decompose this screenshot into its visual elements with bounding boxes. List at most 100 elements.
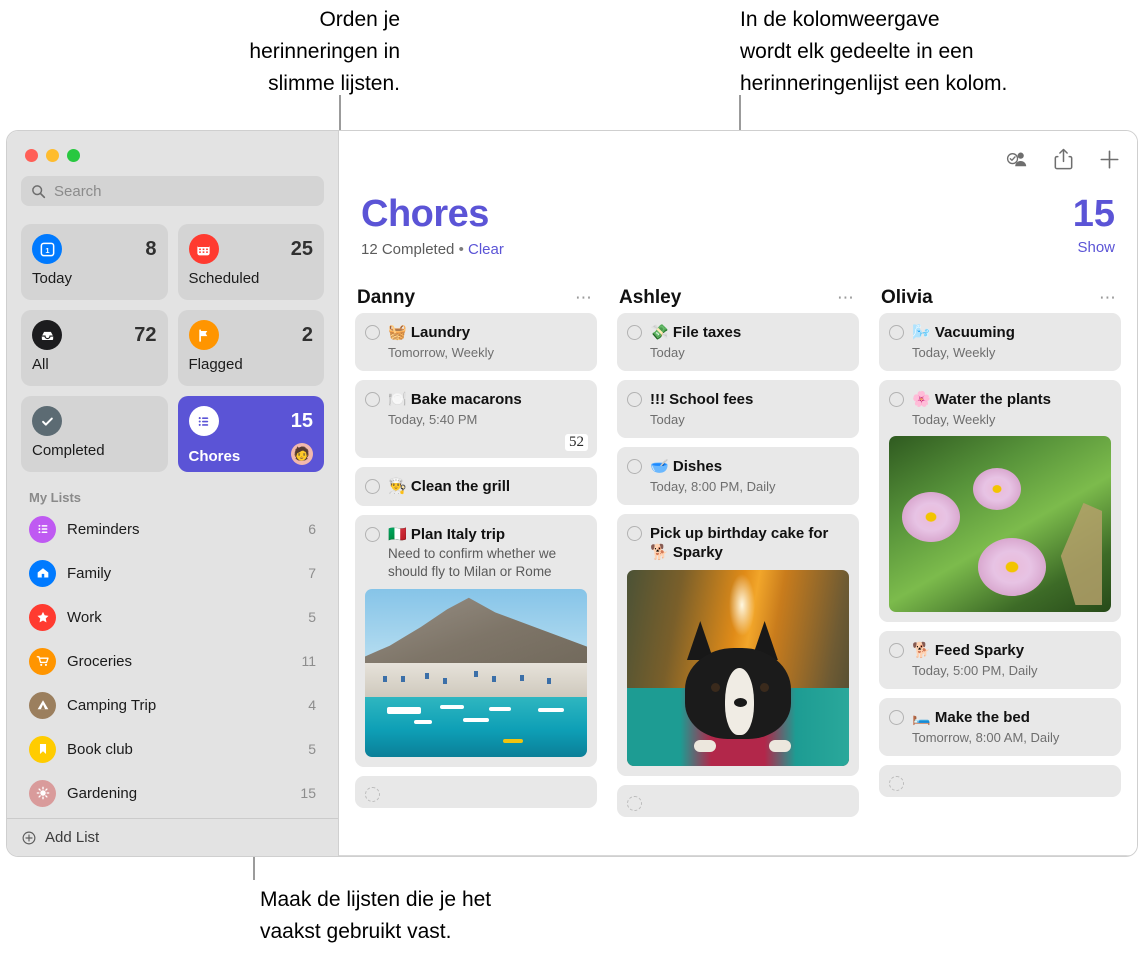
reminder-card[interactable]: !!! School fees Today bbox=[617, 380, 859, 438]
reminder-checkbox[interactable] bbox=[365, 479, 380, 494]
sidebar-item-label: Family bbox=[67, 564, 112, 582]
search-placeholder: Search bbox=[54, 182, 102, 200]
column-header: Danny ⋯ bbox=[355, 283, 597, 313]
reminder-title-text: Laundry bbox=[410, 324, 471, 341]
smart-list-all[interactable]: 72 All bbox=[21, 310, 168, 386]
callout-pin-lists-text: Maak de lijsten die je het vaakst gebrui… bbox=[260, 888, 492, 943]
reminder-card[interactable]: Pick up birthday cake for 🐕 Sparky bbox=[617, 514, 859, 776]
reminder-card[interactable]: 🍽️ Bake macarons Today, 5:40 PM 52 bbox=[355, 380, 597, 458]
sidebar-item-camping-trip[interactable]: Camping Trip 4 bbox=[21, 683, 324, 727]
share-people-icon[interactable] bbox=[1005, 147, 1029, 171]
sidebar-item-book-club[interactable]: Book club 5 bbox=[21, 727, 324, 771]
reminder-subtitle: Tomorrow, 8:00 AM, Daily bbox=[912, 730, 1060, 745]
reminder-subtitle: Today, Weekly bbox=[912, 345, 996, 360]
reminder-checkbox[interactable] bbox=[627, 526, 642, 541]
bottom-divider bbox=[339, 855, 1137, 856]
reminder-title-text: Water the plants bbox=[934, 391, 1051, 408]
add-icon[interactable] bbox=[1097, 147, 1121, 171]
reminder-title: 🐕 Feed Sparky bbox=[912, 641, 1024, 660]
reminder-checkbox[interactable] bbox=[627, 392, 642, 407]
close-window-button[interactable] bbox=[25, 149, 38, 162]
reminder-title-text: !!! School fees bbox=[650, 391, 754, 408]
reminder-subtitle: Today, 5:40 PM bbox=[388, 412, 478, 427]
column-olivia: Olivia ⋯ 🌬️ Vacuuming Today, Weekly 🌸 Wa… bbox=[869, 283, 1131, 856]
smart-list-chores[interactable]: 15 Chores 🧑 bbox=[177, 396, 324, 472]
column-danny: Danny ⋯ 🧺 Laundry Tomorrow, Weekly 🍽️ Ba… bbox=[345, 283, 607, 856]
smart-list-count: 8 bbox=[145, 237, 157, 260]
reminder-card[interactable]: 🌸 Water the plants Today, Weekly bbox=[879, 380, 1121, 622]
share-icon[interactable] bbox=[1051, 147, 1075, 171]
column-header: Ashley ⋯ bbox=[617, 283, 859, 313]
clear-completed-button[interactable]: Clear bbox=[468, 241, 504, 258]
reminder-card[interactable]: 🛏️ Make the bed Tomorrow, 8:00 AM, Daily bbox=[879, 698, 1121, 756]
reminder-emoji: 🐕 bbox=[912, 642, 931, 659]
add-list-button[interactable]: Add List bbox=[7, 818, 338, 856]
reminder-emoji: 💸 bbox=[650, 324, 669, 341]
reminder-checkbox[interactable] bbox=[889, 643, 904, 658]
reminder-title: 🇮🇹 Plan Italy trip bbox=[388, 525, 505, 544]
reminder-emoji: 🇮🇹 bbox=[388, 526, 407, 543]
reminder-checkbox[interactable] bbox=[889, 392, 904, 407]
flag-icon bbox=[188, 320, 219, 350]
house-icon bbox=[29, 559, 56, 587]
reminder-checkbox[interactable] bbox=[889, 325, 904, 340]
reminder-checkbox[interactable] bbox=[627, 325, 642, 340]
column-title: Ashley bbox=[619, 287, 682, 308]
reminder-emoji: 🌬️ bbox=[912, 324, 931, 341]
checkmark-icon bbox=[32, 406, 62, 436]
reminder-checkbox[interactable] bbox=[365, 527, 380, 542]
search-input[interactable]: Search bbox=[21, 176, 324, 206]
reminder-checkbox[interactable] bbox=[627, 459, 642, 474]
reminder-checkbox[interactable] bbox=[365, 325, 380, 340]
reminder-card-empty[interactable] bbox=[879, 765, 1121, 797]
reminder-card[interactable]: 👨‍🍳 Clean the grill bbox=[355, 467, 597, 506]
reminder-card[interactable]: 🐕 Feed Sparky Today, 5:00 PM, Daily bbox=[879, 631, 1121, 689]
reminder-title: 🥣 Dishes bbox=[650, 457, 722, 476]
column-menu-button[interactable]: ⋯ bbox=[837, 289, 855, 306]
show-completed-button[interactable]: Show bbox=[1073, 239, 1115, 256]
sidebar-item-reminders[interactable]: Reminders 6 bbox=[21, 507, 324, 551]
sidebar-item-family[interactable]: Family 7 bbox=[21, 551, 324, 595]
smart-list-flagged[interactable]: 2 Flagged bbox=[177, 310, 324, 386]
separator-dot: • bbox=[458, 241, 464, 258]
reminder-title: 🧺 Laundry bbox=[388, 323, 470, 342]
column-ashley: Ashley ⋯ 💸 File taxes Today !!! School f… bbox=[607, 283, 869, 856]
main-content: Chores 12 Completed • Clear 15 Show Dann… bbox=[339, 131, 1137, 856]
sidebar-item-work[interactable]: Work 5 bbox=[21, 595, 324, 639]
smart-lists-grid: 1 8 Today 25 Scheduled 72 All 2 Flagged … bbox=[21, 224, 324, 472]
inbox-icon bbox=[32, 320, 62, 350]
smart-list-count: 15 bbox=[290, 409, 313, 432]
reminder-title-text: File taxes bbox=[672, 324, 742, 341]
completed-count-text: 12 Completed bbox=[361, 241, 455, 258]
reminder-checkbox[interactable] bbox=[889, 776, 904, 791]
reminder-card[interactable]: 🥣 Dishes Today, 8:00 PM, Daily bbox=[617, 447, 859, 505]
reminder-checkbox[interactable] bbox=[365, 787, 380, 802]
reminder-card-empty[interactable] bbox=[617, 785, 859, 817]
reminder-card[interactable]: 💸 File taxes Today bbox=[617, 313, 859, 371]
reminder-card[interactable]: 🌬️ Vacuuming Today, Weekly bbox=[879, 313, 1121, 371]
reminder-title-text: Clean the grill bbox=[410, 478, 511, 495]
reminder-card[interactable]: 🧺 Laundry Tomorrow, Weekly bbox=[355, 313, 597, 371]
reminder-checkbox[interactable] bbox=[889, 710, 904, 725]
columns-container[interactable]: Danny ⋯ 🧺 Laundry Tomorrow, Weekly 🍽️ Ba… bbox=[339, 283, 1137, 856]
avatar-icon: 🧑 bbox=[291, 442, 313, 465]
reminder-subtitle: Today, Weekly bbox=[912, 412, 996, 427]
minimize-window-button[interactable] bbox=[46, 149, 59, 162]
smart-list-scheduled[interactable]: 25 Scheduled bbox=[177, 224, 324, 300]
maximize-window-button[interactable] bbox=[67, 149, 80, 162]
column-menu-button[interactable]: ⋯ bbox=[575, 289, 593, 306]
column-menu-button[interactable]: ⋯ bbox=[1099, 289, 1117, 306]
reminder-title: 💸 File taxes bbox=[650, 323, 741, 342]
smart-list-completed[interactable]: Completed bbox=[21, 396, 168, 472]
reminder-card-empty[interactable] bbox=[355, 776, 597, 808]
smart-list-today[interactable]: 1 8 Today bbox=[21, 224, 168, 300]
reminder-title: 🌸 Water the plants bbox=[912, 390, 1051, 409]
reminder-checkbox[interactable] bbox=[365, 392, 380, 407]
reminder-checkbox[interactable] bbox=[627, 796, 642, 811]
reminder-card[interactable]: 🇮🇹 Plan Italy trip Need to confirm wheth… bbox=[355, 515, 597, 767]
list-bullet-icon bbox=[188, 406, 219, 436]
page-title: Chores bbox=[361, 193, 489, 235]
sidebar-item-gardening[interactable]: Gardening 15 bbox=[21, 771, 324, 815]
tent-icon bbox=[29, 691, 56, 719]
sidebar-item-groceries[interactable]: Groceries 11 bbox=[21, 639, 324, 683]
